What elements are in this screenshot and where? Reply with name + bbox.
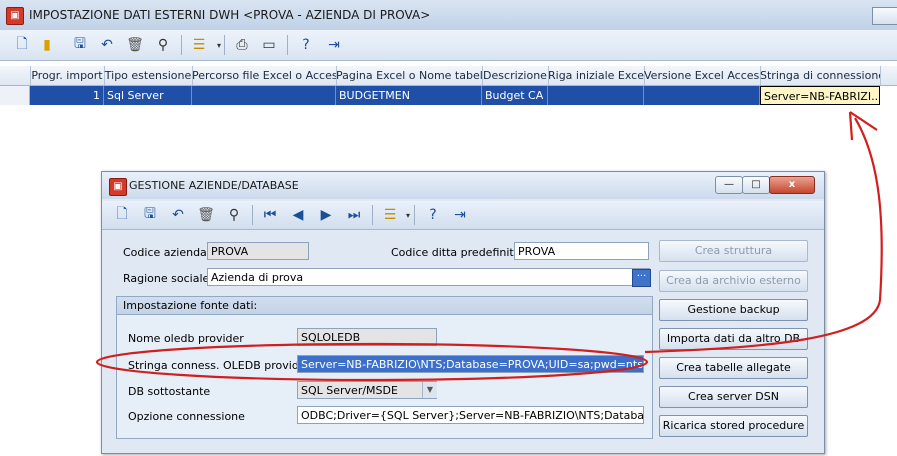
annotation-arrow [644, 117, 883, 354]
annotation-ellipse [95, 342, 649, 382]
annotation-overlay [95, 111, 883, 382]
